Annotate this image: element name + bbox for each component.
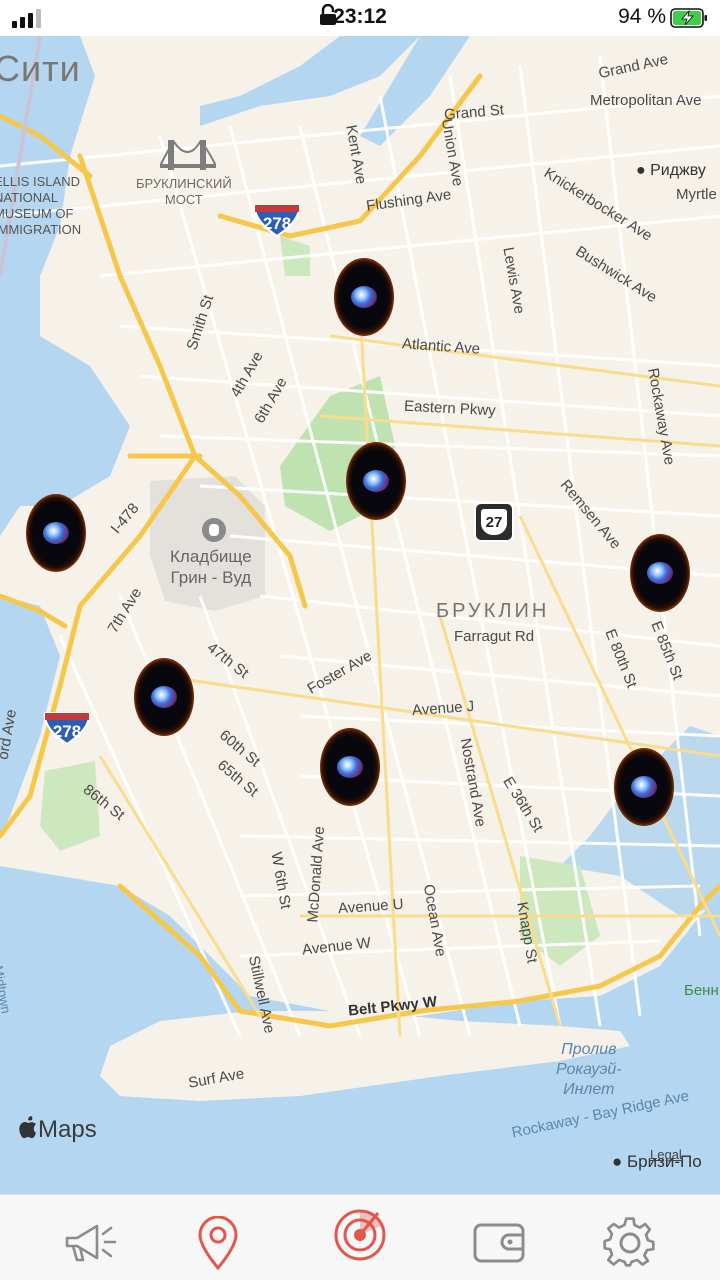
bridge-icon (160, 140, 216, 170)
ridgewood-label: ● Риджву (636, 162, 706, 179)
portal-marker[interactable] (334, 258, 394, 336)
tab-settings[interactable] (600, 1213, 660, 1273)
museum-label: ELLIS ISLAND NATIONAL MUSEUM OF IMMIGRAT… (0, 174, 82, 237)
map-pin-icon (198, 1216, 238, 1270)
portal-core-icon (351, 286, 377, 308)
street-farragut: Farragut Rd (454, 628, 535, 645)
tab-map[interactable] (188, 1213, 248, 1273)
portal-marker[interactable] (346, 442, 406, 520)
cemetery-icon (202, 518, 226, 542)
street-myrtle: Myrtle (676, 186, 717, 203)
status-bar: 23:12 94 % (0, 0, 720, 36)
bennett-label: Бенн (684, 982, 719, 999)
maps-attribution[interactable]: Maps (18, 1116, 97, 1144)
portal-marker[interactable] (26, 494, 86, 572)
bridge-label: БРУКЛИНСКИЙ МОСТ (136, 176, 232, 207)
portal-core-icon (363, 470, 389, 492)
maps-text: Maps (38, 1116, 97, 1143)
tab-bar (0, 1194, 720, 1280)
battery-charging-icon (670, 8, 707, 28)
water-label: Пролив Рокауэй- Инлет (556, 1041, 622, 1098)
i278-shield-bottom: 278 (42, 710, 92, 746)
portal-marker[interactable] (320, 728, 380, 806)
apple-logo-icon (19, 1116, 36, 1139)
portal-core-icon (631, 776, 657, 798)
tab-announcements[interactable] (60, 1213, 120, 1273)
status-time: 23:12 (333, 5, 387, 28)
cemetery-label: Кладбище Грин - Вуд (170, 547, 252, 587)
route-27-shield: 27 (474, 502, 514, 542)
wallet-icon (473, 1223, 525, 1263)
battery-percent: 94 % (618, 5, 666, 28)
radar-target-icon (334, 1209, 386, 1261)
portal-core-icon (647, 562, 673, 584)
portal-marker[interactable] (614, 748, 674, 826)
portal-marker[interactable] (630, 534, 690, 612)
megaphone-icon (65, 1224, 117, 1262)
map-view[interactable]: Сити ELLIS ISLAND NATIONAL MUSEUM OF IMM… (0, 36, 720, 1194)
i278-shield-top: 278 (252, 202, 302, 238)
portal-core-icon (337, 756, 363, 778)
legal-link[interactable]: Legal (650, 1147, 682, 1162)
portal-marker[interactable] (134, 658, 194, 736)
tab-wallet[interactable] (470, 1213, 530, 1273)
portal-core-icon (43, 522, 69, 544)
city-label: Сити (0, 48, 81, 89)
street-metropolitan: Metropolitan Ave (590, 92, 702, 109)
gear-icon (603, 1217, 655, 1267)
portal-core-icon (151, 686, 177, 708)
tab-radar[interactable] (330, 1205, 390, 1265)
district-label: БРУКЛИН (436, 600, 550, 622)
